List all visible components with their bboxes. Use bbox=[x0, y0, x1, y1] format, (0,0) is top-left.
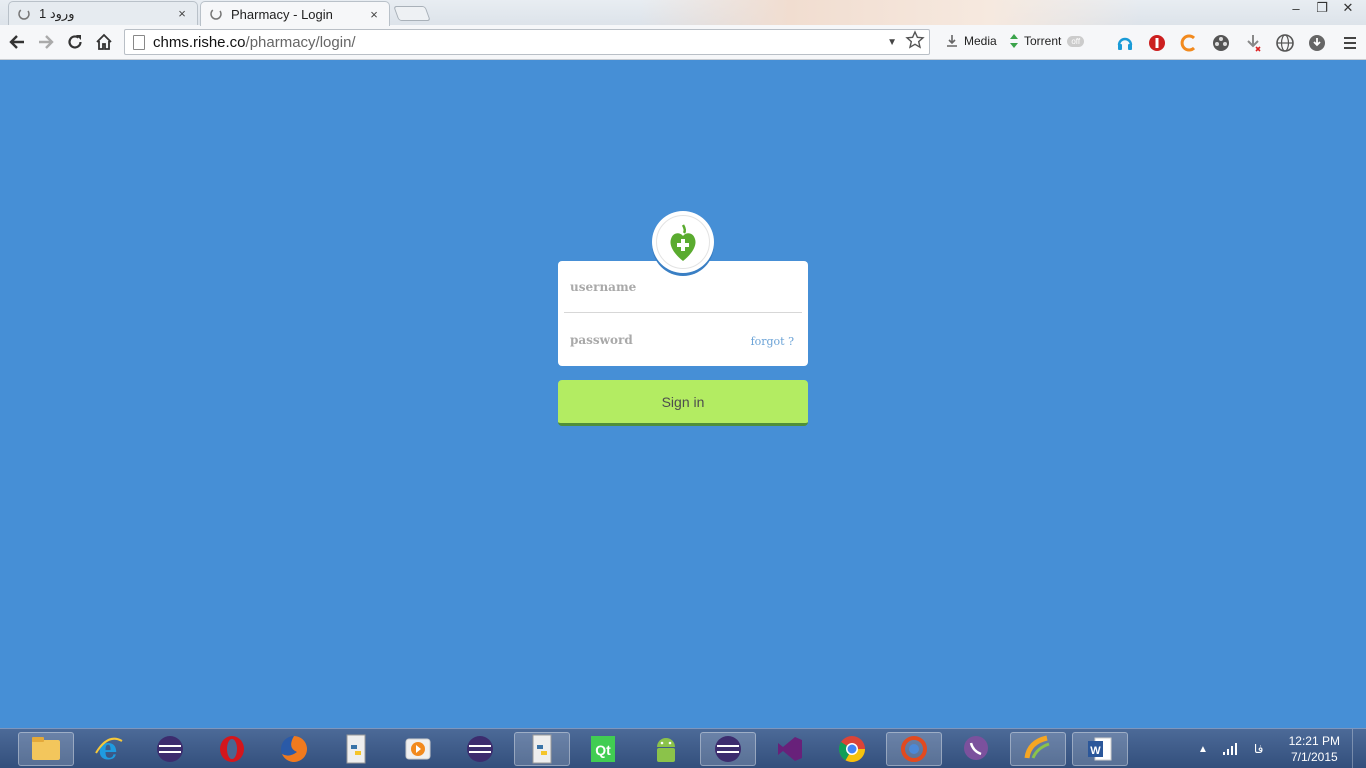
loading-icon bbox=[209, 7, 223, 21]
film-reel-icon[interactable] bbox=[1211, 33, 1231, 53]
back-arrow-icon bbox=[9, 35, 24, 49]
media-extension[interactable]: Media bbox=[944, 33, 997, 49]
login-card: username password forgot ? bbox=[558, 261, 808, 366]
heart-cross-icon bbox=[670, 224, 696, 261]
media-download-icon bbox=[947, 35, 957, 47]
internet-explorer-icon[interactable]: e bbox=[80, 732, 136, 766]
page-icon bbox=[133, 34, 145, 50]
reload-icon bbox=[68, 35, 82, 49]
android-icon[interactable] bbox=[638, 732, 694, 766]
url-text: chms.rishe.co/pharmacy/login/ bbox=[153, 33, 356, 51]
home-button[interactable] bbox=[92, 30, 116, 54]
forward-button[interactable] bbox=[34, 30, 58, 54]
eclipse-icon[interactable] bbox=[700, 732, 756, 766]
new-tab-button[interactable] bbox=[393, 6, 431, 21]
qt-icon[interactable]: Qt bbox=[576, 732, 632, 766]
clock-date: 7/1/2015 bbox=[1290, 750, 1338, 764]
windows-taskbar: e Qt W ▲ فا 12:21 PM 7/1/2015 bbox=[0, 728, 1366, 768]
clock-time: 12:21 PM bbox=[1288, 734, 1340, 748]
torrent-arrows-icon bbox=[1010, 34, 1018, 48]
torrent-extension[interactable]: Torrent off bbox=[1008, 33, 1085, 49]
show-hidden-icons-icon[interactable]: ▲ bbox=[1198, 744, 1208, 755]
chrome-icon[interactable] bbox=[824, 732, 880, 766]
clock[interactable]: 12:21 PM 7/1/2015 bbox=[1289, 733, 1340, 765]
python-icon[interactable] bbox=[514, 732, 570, 766]
tab-label: ورود 1 bbox=[39, 5, 75, 21]
dropdown-arrow-icon[interactable]: ▼ bbox=[887, 37, 897, 48]
media-player-icon[interactable] bbox=[390, 732, 446, 766]
tab-pharmacy-login[interactable]: Pharmacy - Login × bbox=[200, 1, 390, 26]
tab-vorood[interactable]: ورود 1 × bbox=[8, 1, 198, 25]
word-icon[interactable]: W bbox=[1072, 732, 1128, 766]
sign-in-button[interactable]: Sign in bbox=[558, 380, 808, 426]
forgot-password-link[interactable]: forgot ? bbox=[751, 335, 794, 348]
tab-close-icon[interactable]: × bbox=[175, 6, 189, 21]
eclipse-icon[interactable] bbox=[142, 732, 198, 766]
firefox-icon[interactable] bbox=[266, 732, 322, 766]
password-placeholder: password bbox=[570, 333, 633, 347]
viber-icon[interactable] bbox=[948, 732, 1004, 766]
system-tray: ▲ فا bbox=[1198, 729, 1263, 768]
tab-label: Pharmacy - Login bbox=[231, 6, 333, 22]
loading-icon bbox=[17, 7, 31, 21]
forward-arrow-icon bbox=[39, 35, 54, 49]
headphones-icon[interactable] bbox=[1115, 33, 1135, 53]
restore-button[interactable]: ❐ bbox=[1312, 0, 1332, 16]
visual-studio-icon[interactable] bbox=[762, 732, 818, 766]
orange-extension-icon[interactable] bbox=[1179, 33, 1199, 53]
adblock-icon[interactable] bbox=[1147, 33, 1167, 53]
browser-icon[interactable] bbox=[886, 732, 942, 766]
language-indicator[interactable]: فا bbox=[1254, 742, 1263, 756]
opera-icon[interactable] bbox=[204, 732, 260, 766]
username-placeholder: username bbox=[570, 279, 637, 294]
tab-close-icon[interactable]: × bbox=[367, 7, 381, 22]
window-controls: – ❐ ✕ bbox=[1286, 0, 1358, 16]
browser-toolbar: chms.rishe.co/pharmacy/login/ ▼ Media To… bbox=[0, 25, 1366, 60]
python-icon[interactable] bbox=[328, 732, 384, 766]
reload-button[interactable] bbox=[63, 30, 87, 54]
signal-icon[interactable] bbox=[1222, 742, 1238, 756]
download-circle-icon[interactable] bbox=[1307, 33, 1327, 53]
address-bar[interactable]: chms.rishe.co/pharmacy/login/ ▼ bbox=[124, 29, 930, 55]
home-icon bbox=[96, 33, 112, 50]
file-explorer-icon[interactable] bbox=[18, 732, 74, 766]
minimize-button[interactable]: – bbox=[1286, 0, 1306, 16]
svg-text:W: W bbox=[1090, 745, 1101, 757]
pharmacy-logo bbox=[652, 211, 714, 273]
torrent-status-badge: off bbox=[1067, 35, 1085, 47]
close-window-button[interactable]: ✕ bbox=[1338, 0, 1358, 16]
menu-icon[interactable] bbox=[1340, 33, 1360, 53]
back-button[interactable] bbox=[5, 30, 29, 54]
globe-icon[interactable] bbox=[1275, 33, 1295, 53]
eclipse-icon[interactable] bbox=[452, 732, 508, 766]
bookmark-star-icon[interactable] bbox=[905, 29, 925, 55]
download-manager-icon[interactable] bbox=[1243, 33, 1263, 53]
show-desktop-button[interactable] bbox=[1352, 729, 1366, 768]
svg-text:Qt: Qt bbox=[595, 742, 611, 758]
app-icon[interactable] bbox=[1010, 732, 1066, 766]
